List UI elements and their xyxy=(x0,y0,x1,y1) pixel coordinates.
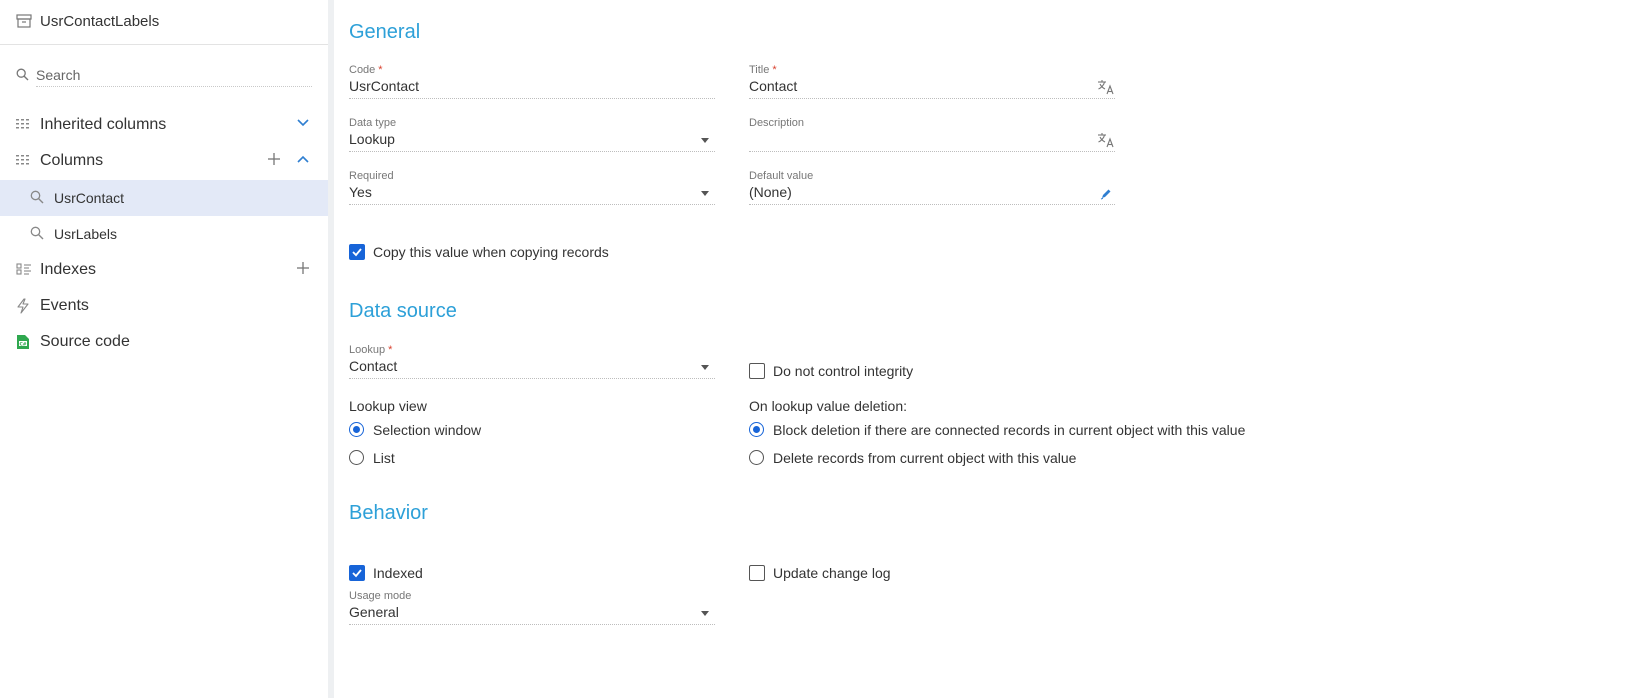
tree-item-label: Events xyxy=(40,297,89,314)
columns-icon xyxy=(16,153,30,171)
data-type-value: Lookup xyxy=(349,131,395,147)
radio-selection-window[interactable]: Selection window xyxy=(349,421,549,441)
tree-item-label: Inherited columns xyxy=(40,116,167,133)
radio-block-deletion[interactable]: Block deletion if there are connected re… xyxy=(749,421,1269,441)
title-label: Title * xyxy=(749,64,777,76)
tree-item-usrcontact[interactable]: UsrContact xyxy=(0,180,328,216)
lookup-label: Lookup * xyxy=(349,344,393,356)
index-icon xyxy=(16,262,32,281)
lookup-search-icon xyxy=(30,190,44,209)
data-type-select[interactable]: Data type Lookup xyxy=(349,117,715,152)
required-label: Required xyxy=(349,170,394,182)
usage-mode-label: Usage mode xyxy=(349,590,412,602)
usage-mode-select[interactable]: Usage mode General xyxy=(349,590,715,625)
required-value: Yes xyxy=(349,184,372,200)
indexed-label: Indexed xyxy=(373,565,423,581)
copy-value-checkbox[interactable]: Copy this value when copying records xyxy=(349,243,669,263)
search-input[interactable] xyxy=(36,64,312,87)
code-field[interactable]: Code * UsrContact xyxy=(349,64,715,99)
tree-item-columns[interactable]: Columns xyxy=(0,143,328,179)
description-field[interactable]: Description xyxy=(749,117,1115,152)
tree-item-label: Indexes xyxy=(40,261,97,278)
search-icon xyxy=(16,68,29,86)
lightning-icon xyxy=(16,298,30,319)
update-log-checkbox[interactable]: Update change log xyxy=(749,564,949,584)
svg-text:C#: C# xyxy=(19,341,26,347)
required-select[interactable]: Required Yes xyxy=(349,170,715,205)
update-log-label: Update change log xyxy=(773,565,891,581)
code-label: Code * xyxy=(349,64,383,76)
radio-label: Block deletion if there are connected re… xyxy=(773,422,1246,438)
add-index-icon[interactable] xyxy=(296,261,314,279)
description-label: Description xyxy=(749,117,805,129)
radio-unselected[interactable] xyxy=(349,450,364,465)
checkbox-unchecked[interactable] xyxy=(749,363,765,379)
no-integrity-label: Do not control integrity xyxy=(773,363,914,379)
cs-file-icon: C# xyxy=(16,334,30,355)
tree-item-usrlabels[interactable]: UsrLabels xyxy=(0,216,328,252)
lookup-select[interactable]: Lookup * Contact xyxy=(349,344,715,379)
section-title-general: General xyxy=(349,21,421,43)
code-value: UsrContact xyxy=(349,78,420,94)
tree-item-label: Source code xyxy=(40,333,130,350)
title-value: Contact xyxy=(749,78,798,94)
columns-icon xyxy=(16,117,30,135)
column-properties-panel: General Code * UsrContact Title * Contact … xyxy=(334,0,1643,698)
sidebar-header: UsrContactLabels xyxy=(0,0,328,45)
on-deletion-label: On lookup value deletion: xyxy=(749,398,907,414)
lookup-value: Contact xyxy=(349,358,398,374)
radio-selected[interactable] xyxy=(349,422,364,437)
translate-icon[interactable] xyxy=(1097,132,1115,153)
copy-value-label: Copy this value when copying records xyxy=(373,244,609,260)
dropdown-arrow-icon xyxy=(701,191,709,196)
pencil-icon[interactable] xyxy=(1100,187,1112,205)
add-column-icon[interactable] xyxy=(267,152,285,170)
chevron-down-icon[interactable] xyxy=(296,116,314,134)
tree-item-events[interactable]: Events xyxy=(0,288,328,324)
default-value-label: Default value xyxy=(749,170,814,182)
section-title-behavior: Behavior xyxy=(349,502,428,524)
tree-item-indexes[interactable]: Indexes xyxy=(0,252,328,288)
dropdown-arrow-icon xyxy=(701,365,709,370)
tree-item-label: Columns xyxy=(40,152,104,169)
chevron-up-icon[interactable] xyxy=(296,152,314,170)
tree-item-label: UsrContact xyxy=(54,190,125,206)
title-field[interactable]: Title * Contact xyxy=(749,64,1115,99)
lookup-search-icon xyxy=(30,226,44,245)
checkbox-unchecked[interactable] xyxy=(749,565,765,581)
object-icon xyxy=(16,14,32,33)
no-integrity-checkbox[interactable]: Do not control integrity xyxy=(749,362,969,382)
radio-label: Selection window xyxy=(373,422,482,438)
checkbox-checked[interactable] xyxy=(349,565,365,581)
radio-delete-records[interactable]: Delete records from current object with … xyxy=(749,449,1269,469)
translate-icon[interactable] xyxy=(1097,79,1115,100)
default-value-field[interactable]: Default value (None) xyxy=(749,170,1115,205)
tree-item-source-code[interactable]: C# Source code xyxy=(0,324,328,360)
sidebar: UsrContactLabels Inherited columns Colum… xyxy=(0,0,329,698)
tree-item-inherited-columns[interactable]: Inherited columns xyxy=(0,107,328,143)
radio-selected[interactable] xyxy=(749,422,764,437)
usage-mode-value: General xyxy=(349,604,399,620)
lookup-view-label: Lookup view xyxy=(349,398,427,414)
object-title: UsrContactLabels xyxy=(40,13,160,30)
checkbox-checked[interactable] xyxy=(349,244,365,260)
section-title-data-source: Data source xyxy=(349,300,457,322)
radio-unselected[interactable] xyxy=(749,450,764,465)
default-value-value: (None) xyxy=(749,184,792,200)
radio-label: List xyxy=(373,450,395,466)
dropdown-arrow-icon xyxy=(701,611,709,616)
data-type-label: Data type xyxy=(349,117,397,129)
indexed-checkbox[interactable]: Indexed xyxy=(349,564,499,584)
dropdown-arrow-icon xyxy=(701,138,709,143)
radio-label: Delete records from current object with … xyxy=(773,450,1077,466)
radio-list[interactable]: List xyxy=(349,449,549,469)
sidebar-search xyxy=(16,64,312,88)
tree-item-label: UsrLabels xyxy=(54,226,118,242)
